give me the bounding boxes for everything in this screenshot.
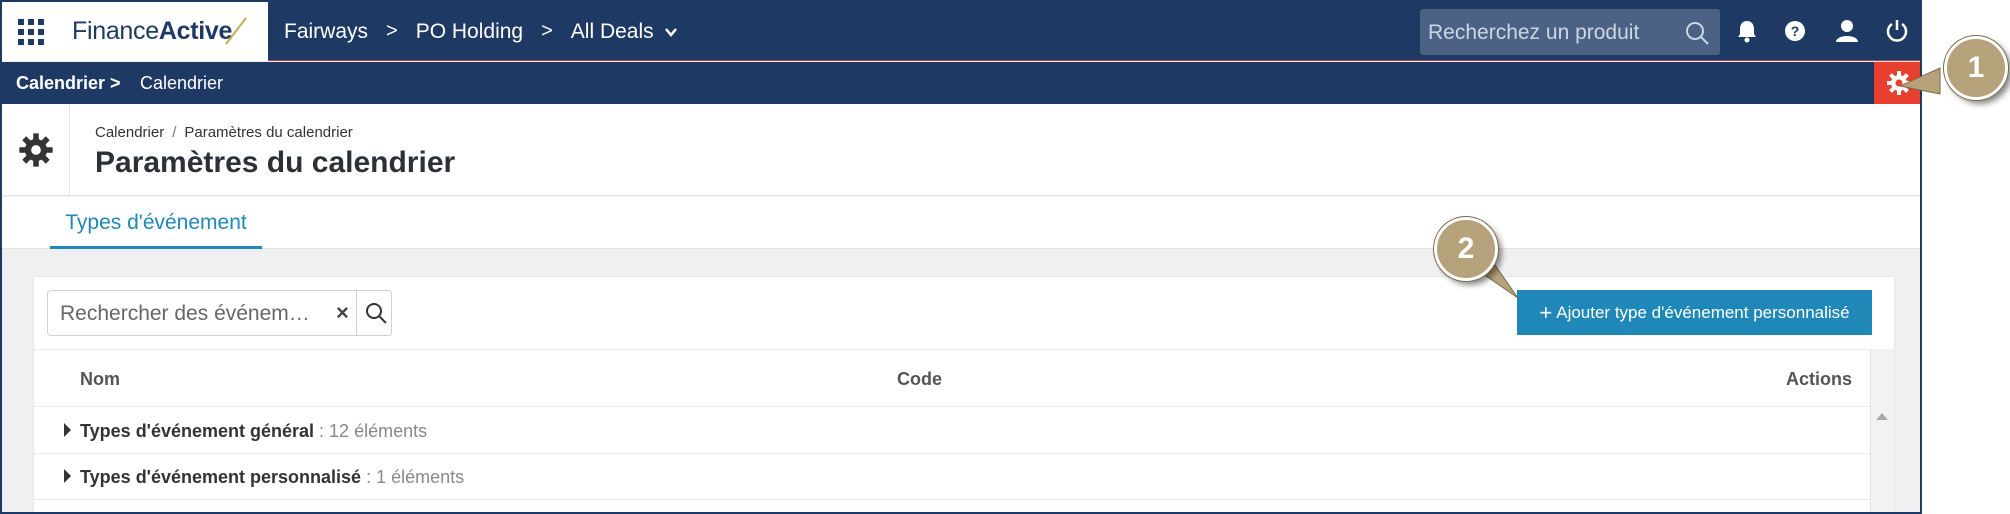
page-icon-box <box>2 104 70 196</box>
product-search-input[interactable]: Recherchez un produit <box>1420 9 1720 55</box>
table-row[interactable]: Types d'événement général : 12 éléments <box>34 408 1870 454</box>
callout-2: 2 <box>1434 217 1498 281</box>
crumb-po-holding[interactable]: PO Holding <box>416 20 523 44</box>
table-row[interactable]: Types d'événement personnalisé : 1 éléme… <box>34 454 1870 500</box>
top-navigation-bar: FinanceActive Fairways > PO Holding > Al… <box>2 2 1920 61</box>
user-icon[interactable] <box>1834 18 1860 44</box>
table-scrollbar[interactable] <box>1870 349 1894 512</box>
svg-text:?: ? <box>1791 23 1800 39</box>
app-frame: FinanceActive Fairways > PO Holding > Al… <box>0 0 1922 514</box>
module-breadcrumb-bar: Calendrier > Calendrier <box>2 62 1920 104</box>
add-custom-event-type-button[interactable]: + Ajouter type d'événement personnalisé <box>1517 290 1872 335</box>
power-icon[interactable] <box>1884 18 1910 44</box>
search-icon[interactable] <box>364 301 388 325</box>
chevron-down-icon[interactable] <box>664 25 678 39</box>
page-title: Paramètres du calendrier <box>95 146 456 179</box>
apps-grid-icon[interactable] <box>18 19 44 45</box>
group-label: Types d'événement personnalisé : 1 éléme… <box>80 467 465 487</box>
top-breadcrumb: Fairways > PO Holding > All Deals <box>284 2 678 61</box>
group-label: Types d'événement général : 12 éléments <box>80 421 428 441</box>
breadcrumb-calendrier[interactable]: Calendrier <box>95 124 164 141</box>
scroll-up-arrow-icon[interactable] <box>1876 413 1888 420</box>
search-divider <box>356 291 357 335</box>
logo-slash-icon <box>225 17 247 45</box>
gear-icon <box>18 133 53 167</box>
event-search-input[interactable]: Rechercher des événem… × <box>47 290 392 336</box>
tab-bar: Types d'événement <box>2 197 1920 249</box>
add-button-label: Ajouter type d'événement personnalisé <box>1556 302 1850 322</box>
page-header: Calendrier / Paramètres du calendrier Para… <box>2 104 1920 196</box>
plus-icon: + <box>1539 299 1553 325</box>
chevron-right-icon: > <box>541 20 553 42</box>
expand-caret-icon[interactable] <box>64 423 71 437</box>
column-header-nom[interactable]: Nom <box>80 369 120 390</box>
callout-1: 1 <box>1944 36 2008 100</box>
product-search-placeholder: Recherchez un produit <box>1428 21 1640 44</box>
group-count: : 12 éléments <box>314 421 428 441</box>
finance-active-logo[interactable]: FinanceActive <box>72 17 232 46</box>
tab-types-evenement[interactable]: Types d'événement <box>50 197 262 249</box>
crumb-all-deals[interactable]: All Deals <box>571 20 654 44</box>
expand-caret-icon[interactable] <box>64 469 71 483</box>
column-header-actions: Actions <box>1785 369 1852 389</box>
clear-icon[interactable]: × <box>336 300 349 326</box>
table-header: Nom Code Actions <box>34 349 1870 407</box>
breadcrumb: Calendrier / Paramètres du calendrier <box>95 124 353 141</box>
group-count: : 1 éléments <box>361 467 465 487</box>
chevron-right-icon: > <box>386 20 398 42</box>
column-header-code[interactable]: Code <box>897 369 942 390</box>
module-menu-calendrier[interactable]: Calendrier > <box>16 73 121 94</box>
module-page-calendrier[interactable]: Calendrier <box>140 73 223 94</box>
event-types-panel: Rechercher des événem… × + Ajouter type … <box>33 276 1895 512</box>
event-search-placeholder: Rechercher des événem… <box>60 302 310 325</box>
breadcrumb-separator: / <box>172 124 177 141</box>
crumb-fairways[interactable]: Fairways <box>284 20 368 44</box>
breadcrumb-current: Paramètres du calendrier <box>184 124 353 141</box>
search-icon[interactable] <box>1684 20 1710 46</box>
logo-area: FinanceActive <box>2 2 268 61</box>
bell-icon[interactable] <box>1734 18 1760 44</box>
help-icon[interactable]: ? <box>1782 18 1808 44</box>
